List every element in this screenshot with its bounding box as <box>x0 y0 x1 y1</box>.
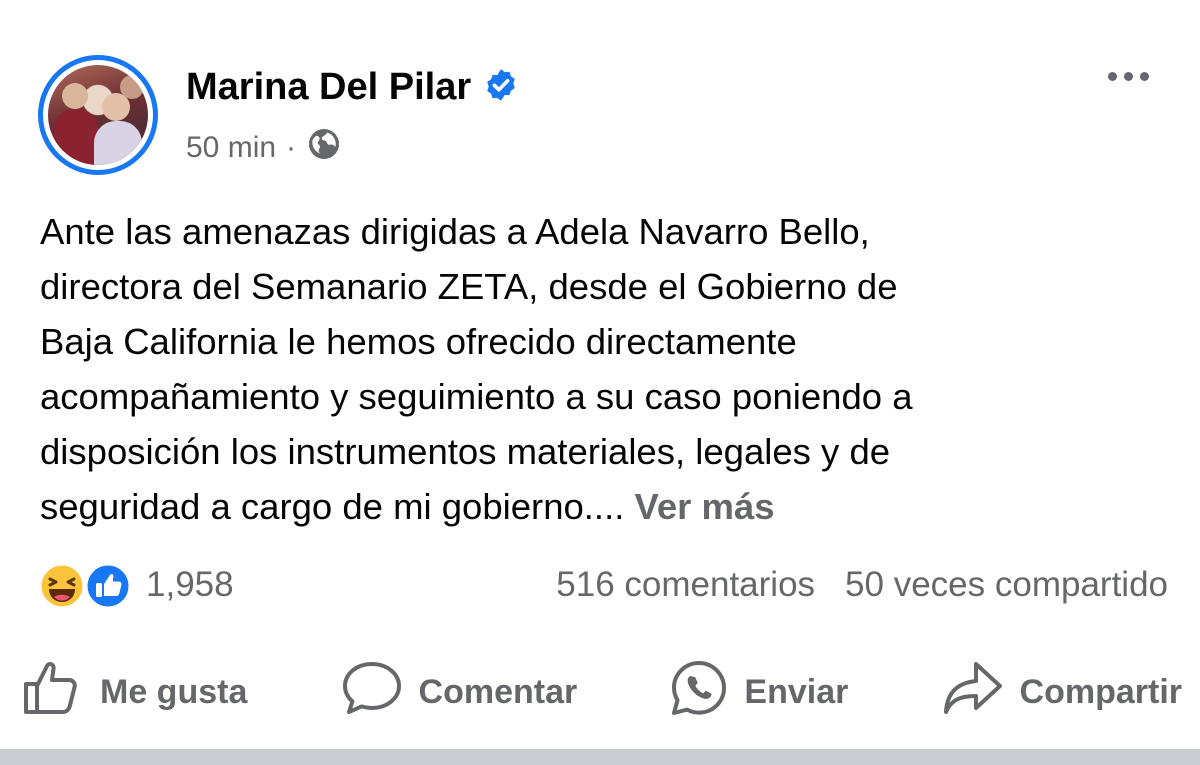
share-label: Compartir <box>1019 672 1182 711</box>
post-text-line-last: seguridad a cargo de mi gobierno.... Ver… <box>40 479 1180 534</box>
more-options-button[interactable] <box>1108 72 1149 81</box>
comment-bubble-icon <box>341 660 403 725</box>
reaction-count[interactable]: 1,958 <box>146 565 234 605</box>
post-text-line: acompañamiento y seguimiento a su caso p… <box>40 376 913 417</box>
post-text-line: Ante las amenazas dirigidas a Adela Nava… <box>40 211 870 252</box>
post-text-line: Baja California le hemos ofrecido direct… <box>40 321 797 362</box>
more-dot <box>1124 72 1133 81</box>
post-stats: 1,958 516 comentarios 50 veces compartid… <box>38 560 1168 610</box>
post-text-line: disposición los instrumentos materiales,… <box>40 431 891 472</box>
more-dot <box>1140 72 1149 81</box>
more-dot <box>1108 72 1117 81</box>
author-name[interactable]: Marina Del Pilar <box>186 66 471 109</box>
whatsapp-icon <box>670 659 728 726</box>
post-header: Marina Del Pilar <box>186 66 519 109</box>
post-time[interactable]: 50 min <box>186 131 276 165</box>
post-actions: Me gusta Comentar Enviar Compartir <box>22 660 1182 724</box>
avatar-photo <box>48 65 148 165</box>
comment-button[interactable]: Comentar <box>341 660 578 725</box>
post-meta: 50 min · <box>186 126 342 170</box>
shares-count[interactable]: 50 veces compartido <box>845 565 1168 605</box>
comments-count[interactable]: 516 comentarios <box>556 565 815 605</box>
avatar[interactable] <box>38 55 158 175</box>
like-label: Me gusta <box>100 672 248 711</box>
see-more-link[interactable]: Ver más <box>635 486 775 527</box>
reaction-icons[interactable] <box>38 560 138 610</box>
send-button[interactable]: Enviar <box>670 659 848 726</box>
post-text: Ante las amenazas dirigidas a Adela Nava… <box>40 204 1180 534</box>
globe-icon <box>306 126 342 170</box>
facebook-post: Marina Del Pilar 50 min · Ante las amena… <box>0 0 1200 765</box>
post-text-line: seguridad a cargo de mi gobierno.... <box>40 486 625 527</box>
like-button[interactable]: Me gusta <box>22 660 247 725</box>
share-button[interactable]: Compartir <box>942 660 1182 725</box>
haha-icon <box>38 562 86 619</box>
meta-separator: · <box>286 131 297 164</box>
share-arrow-icon <box>942 660 1004 725</box>
like-icon <box>84 562 132 619</box>
stats-right: 516 comentarios 50 veces compartido <box>556 565 1168 605</box>
comment-label: Comentar <box>418 672 578 711</box>
feed-separator <box>0 749 1200 765</box>
post-text-line: directora del Semanario ZETA, desde el G… <box>40 266 898 307</box>
thumbs-up-icon <box>22 660 84 725</box>
send-label: Enviar <box>744 672 849 711</box>
verified-badge-icon <box>483 67 519 108</box>
